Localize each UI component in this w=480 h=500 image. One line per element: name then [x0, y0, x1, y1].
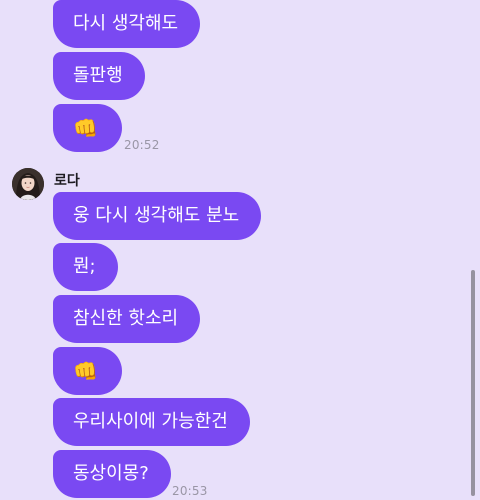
message-bubble[interactable]: 우리사이에 가능한건	[53, 398, 250, 446]
sender-name[interactable]: 로다	[54, 170, 80, 190]
message-bubble[interactable]: 참신한 핫소리	[53, 295, 201, 343]
avatar-photo-icon	[12, 168, 44, 200]
message-timestamp: 20:52	[124, 138, 160, 152]
message-bubble-emoji[interactable]: 👊	[53, 347, 122, 395]
message-bubble[interactable]: 웅 다시 생각해도 분노	[53, 192, 262, 240]
chat-message-list[interactable]: 다시 생각해도 돌판행 👊 20:52 로다 웅 다시 생각해도 분노 뭔; 참…	[0, 0, 480, 500]
scrollbar-thumb[interactable]	[471, 270, 475, 496]
message-bubble[interactable]: 동상이몽?	[53, 450, 171, 498]
message-bubble[interactable]: 다시 생각해도	[53, 0, 201, 48]
message-bubble-emoji[interactable]: 👊	[53, 104, 122, 152]
message-bubble[interactable]: 돌판행	[53, 52, 145, 100]
message-timestamp: 20:53	[172, 484, 208, 498]
message-bubble[interactable]: 뭔;	[53, 243, 118, 291]
sender-avatar[interactable]	[12, 168, 44, 200]
